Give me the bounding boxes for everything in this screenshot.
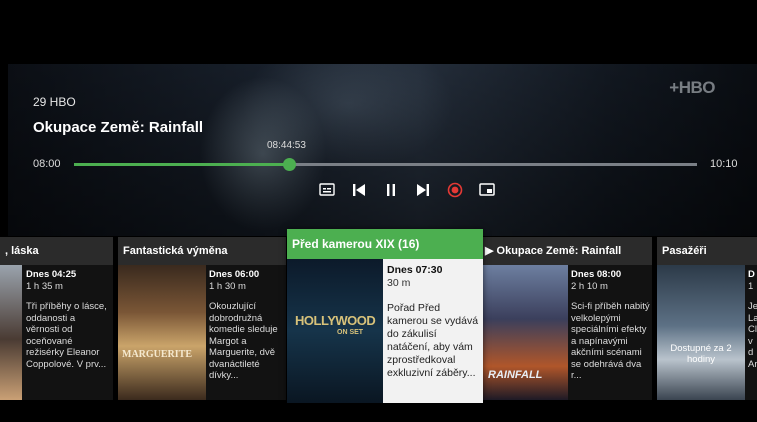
poster-subtitle: ON SET xyxy=(337,329,364,336)
card-description: Sci-fi příběh nabitý velkolepými speciál… xyxy=(571,301,650,381)
card-duration: 1 h 30 m xyxy=(209,280,246,292)
card-time: Dnes 06:00 xyxy=(209,269,260,280)
channel-label: 29 HBO xyxy=(33,95,76,109)
program-poster: RAINFALL xyxy=(480,265,568,400)
subtitles-icon[interactable] xyxy=(317,180,337,200)
card-time: Dnes 08:00 xyxy=(571,269,622,280)
program-title: Okupace Země: Rainfall xyxy=(33,119,204,136)
end-time: 10:10 xyxy=(710,158,738,170)
progress-handle[interactable] xyxy=(282,158,296,171)
card-title: , láska xyxy=(0,237,113,265)
program-card-selected[interactable]: Před kamerou XIX (16) HOLLYWOOD ON SET D… xyxy=(287,229,483,403)
video-player[interactable]: 29 HBO Okupace Země: Rainfall +HBO 08:00… xyxy=(8,64,757,236)
program-card[interactable]: Pasažéři Dostupné za 2 hodiny D 1 Je La … xyxy=(657,237,757,400)
record-icon[interactable] xyxy=(445,180,465,200)
program-card[interactable]: , láska Dnes 04:25 1 h 35 m Tři příběhy … xyxy=(0,237,113,400)
card-time: Dnes 04:25 xyxy=(26,269,77,280)
card-duration: 30 m xyxy=(387,277,411,289)
card-title: ▶ Okupace Země: Rainfall xyxy=(480,237,652,265)
card-title: Před kamerou XIX (16) xyxy=(287,229,483,259)
card-description: Tři příběhy o lásce, oddanosti a věrnost… xyxy=(26,301,107,370)
card-duration: 1 xyxy=(748,280,754,292)
card-duration: 2 h 10 m xyxy=(571,280,608,292)
program-poster: Dostupné za 2 hodiny xyxy=(657,265,745,400)
start-time: 08:00 xyxy=(33,158,61,170)
card-description: Je La Cl v d Ar xyxy=(748,301,757,370)
availability-label: Dostupné za 2 hodiny xyxy=(670,343,732,365)
card-description: Pořad Před kamerou se vydává do zákulisí… xyxy=(387,302,479,379)
current-time: 08:44:53 xyxy=(267,140,306,151)
card-title: Pasažéři xyxy=(657,237,757,265)
poster-title: RAINFALL xyxy=(488,369,543,381)
skip-previous-icon[interactable] xyxy=(349,180,369,200)
card-time: D xyxy=(748,269,755,280)
card-title: Fantastická výměna xyxy=(118,237,286,265)
progress-fill xyxy=(74,163,289,166)
pause-icon[interactable] xyxy=(381,180,401,200)
card-time: Dnes 07:30 xyxy=(387,264,443,276)
program-poster: MARGUERITE xyxy=(118,265,206,400)
card-duration: 1 h 35 m xyxy=(26,280,63,292)
program-poster xyxy=(0,265,22,400)
poster-title: HOLLYWOOD xyxy=(295,313,376,328)
program-poster: HOLLYWOOD ON SET xyxy=(287,259,383,403)
picture-in-picture-icon[interactable] xyxy=(477,180,497,200)
card-description: Okouzlující dobrodružná komedie sleduje … xyxy=(209,301,278,381)
program-card[interactable]: ▶ Okupace Země: Rainfall RAINFALL Dnes 0… xyxy=(480,237,652,400)
progress-bar[interactable] xyxy=(74,158,697,171)
channel-logo: +HBO xyxy=(669,78,715,97)
tv-player-screen: 29 HBO Okupace Země: Rainfall +HBO 08:00… xyxy=(0,0,757,422)
program-card[interactable]: Fantastická výměna MARGUERITE Dnes 06:00… xyxy=(118,237,286,400)
playback-controls xyxy=(317,179,497,201)
poster-title: MARGUERITE xyxy=(122,349,193,360)
skip-next-icon[interactable] xyxy=(413,180,433,200)
